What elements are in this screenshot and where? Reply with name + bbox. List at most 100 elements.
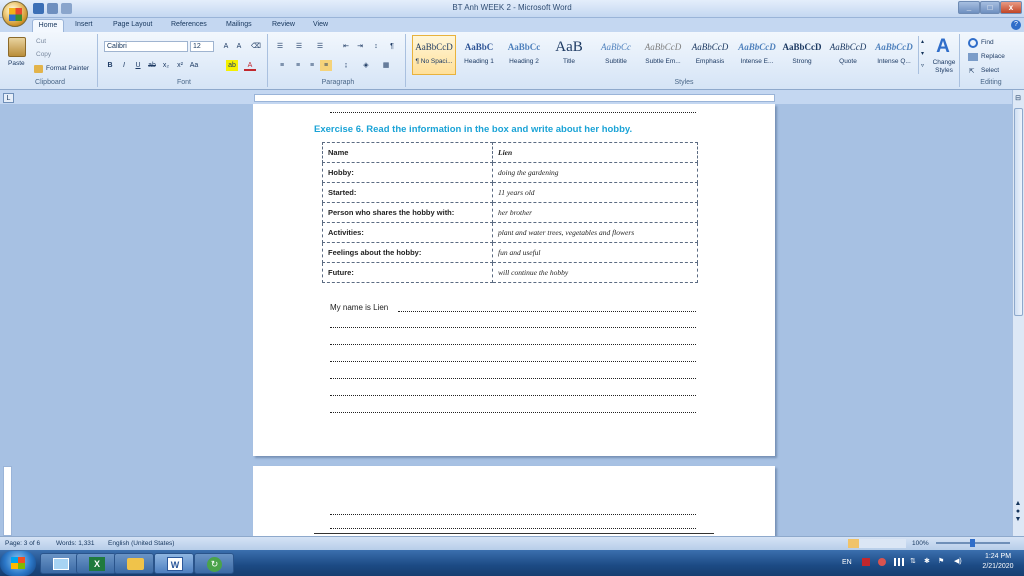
line-spacing-icon[interactable]: ↨ — [340, 60, 352, 71]
style-subtle-emphasis[interactable]: AaBbCcD Subtle Em... — [641, 35, 685, 75]
input-language[interactable]: EN — [842, 559, 852, 566]
paste-button[interactable]: Paste — [8, 60, 25, 67]
font-name-box[interactable]: Calibri — [104, 41, 188, 52]
start-button[interactable] — [0, 551, 36, 576]
find-icon — [968, 38, 978, 48]
replace-button[interactable]: Replace — [981, 53, 1005, 60]
zoom-level[interactable]: 100% — [912, 540, 929, 547]
clock-date[interactable]: 2/21/2020 — [978, 563, 1018, 570]
tab-home[interactable]: Home — [32, 19, 64, 32]
tab-selector[interactable]: L — [3, 93, 14, 103]
taskbar-word[interactable]: W — [154, 553, 194, 574]
style-emphasis[interactable]: AaBbCcD Emphasis — [688, 35, 732, 75]
maximize-button[interactable]: □ — [980, 1, 1000, 14]
font-color-icon[interactable]: A — [244, 60, 256, 71]
browse-object-icon[interactable]: ▲ ● ▼ — [1013, 500, 1023, 534]
clipboard-label: Clipboard — [35, 79, 65, 86]
shield-icon[interactable] — [878, 558, 886, 566]
bullets-icon[interactable]: ☰ — [274, 41, 286, 52]
show-marks-icon[interactable]: ¶ — [386, 41, 398, 52]
volume-icon[interactable]: ◀) — [954, 557, 962, 565]
numbering-icon[interactable]: ☰ — [293, 41, 305, 52]
word-count[interactable]: Words: 1,331 — [56, 540, 95, 547]
paste-icon[interactable] — [8, 37, 26, 57]
format-painter-button[interactable]: Format Painter — [46, 65, 89, 72]
shading-icon[interactable]: ◈ — [360, 60, 372, 71]
replace-icon — [968, 53, 978, 61]
office-button[interactable] — [2, 1, 28, 27]
style-title[interactable]: AaB Title — [547, 35, 591, 75]
font-size-box[interactable]: 12 — [190, 41, 214, 52]
underline-icon[interactable]: U — [132, 60, 144, 71]
tab-view[interactable]: View — [313, 19, 328, 32]
scroll-thumb[interactable] — [1014, 108, 1023, 316]
table-border — [314, 533, 714, 534]
align-left-icon[interactable]: ≡ — [276, 60, 288, 71]
page-indicator[interactable]: Page: 3 of 6 — [5, 540, 40, 547]
justify-icon[interactable]: ≡ — [320, 60, 332, 71]
clock-time[interactable]: 1:24 PM — [978, 553, 1018, 560]
style-heading-2[interactable]: AaBbCc Heading 2 — [502, 35, 546, 75]
taskbar-explorer[interactable] — [114, 553, 154, 574]
tab-mailings[interactable]: Mailings — [226, 19, 252, 32]
tab-page-layout[interactable]: Page Layout — [113, 19, 152, 32]
change-styles-icon[interactable]: A — [930, 36, 956, 58]
tray-app-icon[interactable] — [862, 558, 870, 566]
tab-references[interactable]: References — [171, 19, 207, 32]
zoom-slider-handle[interactable] — [970, 539, 975, 547]
style-subtitle[interactable]: AaBbCc Subtitle — [594, 35, 638, 75]
borders-icon[interactable]: ▦ — [380, 60, 392, 71]
page-4[interactable] — [253, 466, 775, 536]
subscript-icon[interactable]: x₂ — [160, 60, 172, 71]
decrease-indent-icon[interactable]: ⇤ — [340, 41, 352, 52]
clear-format-icon[interactable]: ⌫ — [250, 41, 262, 52]
find-button[interactable]: Find — [981, 39, 994, 46]
superscript-icon[interactable]: x² — [174, 60, 186, 71]
sort-icon[interactable]: ↕ — [370, 41, 382, 52]
shrink-font-icon[interactable]: A — [233, 41, 245, 52]
network-icon[interactable]: ⇅ — [910, 557, 916, 565]
style-heading-1[interactable]: AaBbC Heading 1 — [457, 35, 501, 75]
tab-insert[interactable]: Insert — [75, 19, 93, 32]
signal-icon[interactable] — [894, 558, 904, 566]
close-button[interactable]: x — [1000, 1, 1022, 14]
sync-icon[interactable]: ✱ — [924, 557, 930, 565]
ruler-toggle-icon[interactable]: ⊟ — [1013, 94, 1023, 104]
align-right-icon[interactable]: ≡ — [306, 60, 318, 71]
horizontal-ruler[interactable] — [254, 94, 775, 102]
taskbar-excel[interactable]: X — [76, 553, 116, 574]
view-buttons[interactable] — [848, 539, 906, 548]
minimize-button[interactable]: _ — [958, 1, 980, 14]
table-key: Feelings about the hobby: — [322, 242, 493, 263]
answer-line — [330, 327, 696, 328]
style-intense-emphasis[interactable]: AaBbCcD Intense E... — [735, 35, 779, 75]
style-intense-quote[interactable]: AaBbCcD Intense Q... — [872, 35, 916, 75]
strikethrough-icon[interactable]: ab — [146, 60, 158, 71]
taskbar-app-5[interactable]: ↻ — [194, 553, 234, 574]
align-center-icon[interactable]: ≡ — [292, 60, 304, 71]
style-no-spacing[interactable]: AaBbCcD ¶ No Spaci... — [412, 35, 456, 75]
help-icon[interactable]: ? — [1011, 20, 1021, 30]
styles-scroll-icon[interactable]: ▴ ▾ ▿ — [918, 36, 926, 74]
table-key: Hobby: — [322, 162, 493, 183]
increase-indent-icon[interactable]: ⇥ — [354, 41, 366, 52]
grow-font-icon[interactable]: A — [220, 41, 232, 52]
select-button[interactable]: Select — [981, 67, 999, 74]
cut-button[interactable]: Cut — [36, 38, 46, 45]
style-strong[interactable]: AaBbCcD Strong — [780, 35, 824, 75]
multilevel-list-icon[interactable]: ☰ — [314, 41, 326, 52]
highlight-icon[interactable]: ab — [226, 60, 238, 71]
answer-line — [398, 311, 696, 312]
taskbar-app-1[interactable] — [40, 553, 80, 574]
copy-button[interactable]: Copy — [36, 51, 51, 58]
bold-icon[interactable]: B — [104, 60, 116, 71]
flag-icon[interactable]: ⚑ — [938, 557, 944, 565]
answer-intro: My name is Lien — [330, 303, 389, 312]
language-indicator[interactable]: English (United States) — [108, 540, 174, 547]
style-quote[interactable]: AaBbCcD Quote — [826, 35, 870, 75]
change-styles-button[interactable]: Change Styles — [929, 59, 959, 75]
tab-review[interactable]: Review — [272, 19, 295, 32]
font-label: Font — [176, 79, 191, 86]
italic-icon[interactable]: I — [118, 60, 130, 71]
change-case-icon[interactable]: Aa — [188, 60, 200, 71]
